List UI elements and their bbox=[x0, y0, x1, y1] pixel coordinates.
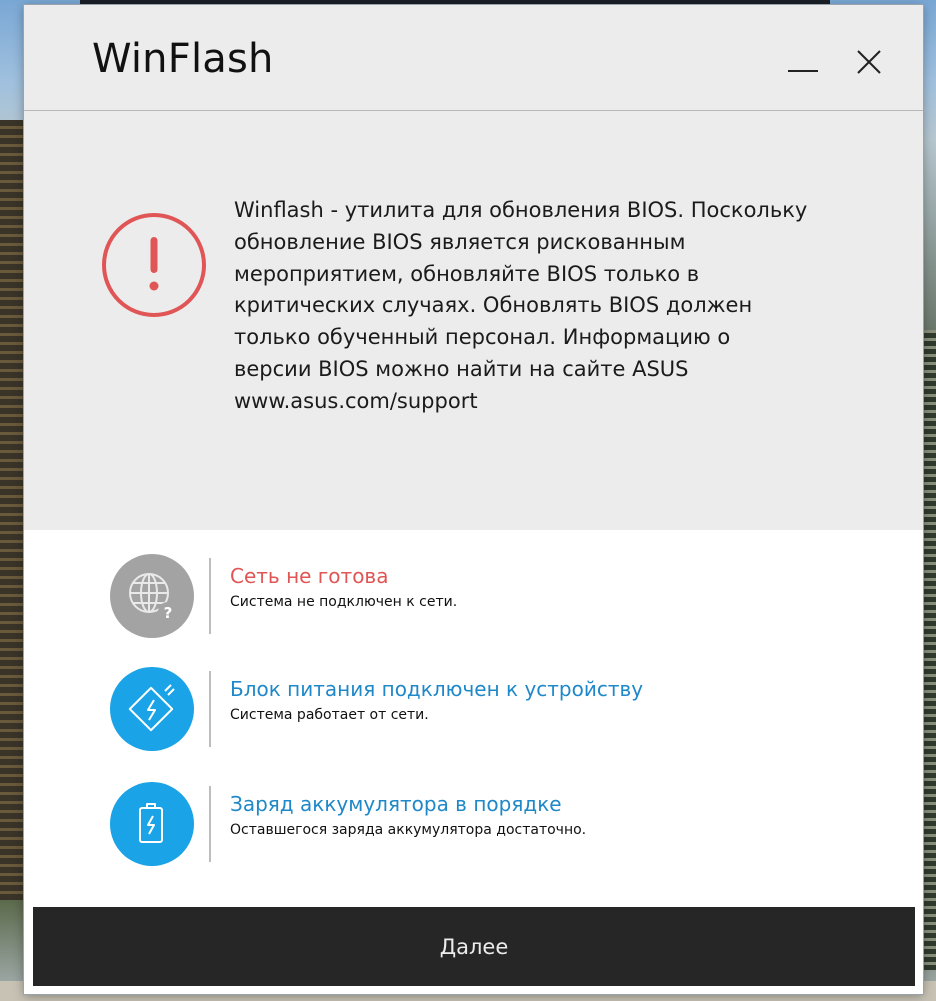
exclamation-circle-icon bbox=[102, 213, 206, 317]
divider bbox=[209, 671, 211, 747]
status-item-network: ? Сеть не готова Система не подключен к … bbox=[110, 554, 870, 638]
app-title: WinFlash bbox=[92, 36, 274, 82]
minimize-icon bbox=[788, 70, 818, 72]
battery-status-title: Заряд аккумулятора в порядке bbox=[230, 792, 562, 816]
minimize-button[interactable] bbox=[784, 43, 824, 83]
network-status-title: Сеть не готова bbox=[230, 564, 389, 588]
warning-text: Winflash - утилита для обновления BIOS. … bbox=[234, 198, 808, 413]
next-button[interactable]: Далее bbox=[33, 907, 915, 986]
warning-notice: Winflash - утилита для обновления BIOS. … bbox=[24, 111, 923, 530]
power-status-subtitle: Система работает от сети. bbox=[230, 707, 429, 723]
winflash-window: WinFlash Winflash - утилита для обновлен… bbox=[24, 5, 923, 994]
battery-charge-icon bbox=[110, 782, 194, 866]
battery-status-subtitle: Оставшегося заряда аккумулятора достаточ… bbox=[230, 822, 587, 838]
background-building bbox=[0, 120, 26, 900]
power-status-title: Блок питания подключен к устройству bbox=[230, 677, 644, 701]
title-bar[interactable]: WinFlash bbox=[24, 5, 923, 111]
svg-text:?: ? bbox=[164, 604, 173, 622]
network-status-subtitle: Система не подключен к сети. bbox=[230, 594, 458, 610]
divider bbox=[209, 786, 211, 862]
divider bbox=[209, 558, 211, 634]
power-adapter-icon bbox=[110, 667, 194, 751]
status-item-power: Блок питания подключен к устройству Сист… bbox=[110, 667, 870, 751]
status-item-battery: Заряд аккумулятора в порядке Оставшегося… bbox=[110, 782, 870, 866]
close-button[interactable] bbox=[850, 43, 890, 83]
close-icon bbox=[857, 50, 881, 74]
globe-question-icon: ? bbox=[110, 554, 194, 638]
background-building bbox=[922, 330, 936, 970]
